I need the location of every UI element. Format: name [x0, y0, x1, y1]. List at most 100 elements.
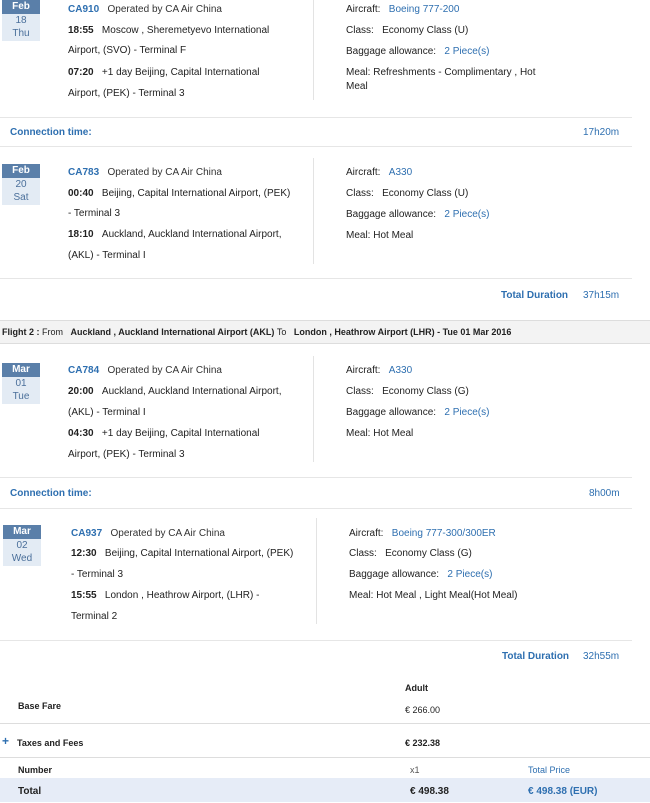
date-month: Feb — [2, 164, 40, 178]
aircraft-link[interactable]: Boeing 777-200 — [389, 4, 460, 15]
arrival-place: +1 day Beijing, Capital International — [101, 67, 260, 78]
arrival-place: Auckland, Auckland International Airport… — [101, 229, 282, 240]
meal-info: Meal: Hot Meal — [346, 230, 414, 241]
departure-place: Beijing, Capital International Airport, … — [101, 188, 291, 199]
total-row: Total € 498.38 € 498.38 (EUR) — [0, 778, 650, 802]
total-label: Total — [18, 786, 42, 797]
arrival-time: 18:10 — [68, 229, 94, 240]
departure-place-cont: - Terminal 3 — [71, 569, 124, 580]
divider — [313, 158, 314, 264]
aircraft-label: Aircraft: — [346, 167, 381, 178]
divider — [0, 640, 632, 641]
baggage-link[interactable]: 2 Piece(s) — [444, 209, 489, 220]
number-label: Number — [18, 765, 53, 775]
date-badge: Mar 02 Wed — [3, 525, 41, 566]
total-price-header: Total Price — [528, 765, 571, 775]
connection-time-value: 8h00m — [589, 488, 620, 499]
divider — [0, 757, 650, 758]
departure-place-cont: - Terminal 3 — [68, 208, 121, 219]
from-word: From — [42, 327, 63, 337]
total-duration-value: 32h55m — [583, 651, 620, 662]
class-label: Class: — [346, 25, 374, 36]
adult-header: Adult — [405, 683, 428, 693]
class-value: Economy Class (G) — [382, 386, 469, 397]
baggage-label: Baggage allowance: — [349, 569, 440, 580]
date-weekday: Sat — [2, 192, 40, 205]
date-day: 20 — [2, 178, 40, 192]
expand-plus-icon[interactable]: + — [2, 735, 9, 748]
date-badge: Feb 18 Thu — [2, 0, 40, 41]
number-value: x1 — [410, 765, 420, 775]
flight-2-header: Flight 2 : From Auckland , Auckland Inte… — [0, 320, 650, 344]
arrival-time: 15:55 — [71, 590, 97, 601]
operated-by: Operated by CA Air China — [110, 528, 225, 539]
baggage-label: Baggage allowance: — [346, 407, 437, 418]
date-day: 02 — [3, 539, 41, 553]
total-value: € 498.38 — [410, 786, 449, 797]
arrival-place: +1 day Beijing, Capital International — [101, 428, 260, 439]
departure-place: Beijing, Capital International Airport, … — [104, 548, 294, 559]
baggage-label: Baggage allowance: — [346, 46, 437, 57]
date-weekday: Thu — [2, 28, 40, 41]
aircraft-link[interactable]: Boeing 777-300/300ER — [392, 528, 496, 539]
arrival-place-cont: Terminal 2 — [71, 611, 118, 622]
flight-code[interactable]: CA784 — [68, 365, 99, 376]
arrival-place-cont: (AKL) - Terminal I — [68, 250, 146, 261]
meal-info: Meal: Refreshments - Complimentary , Hot — [346, 67, 536, 78]
connection-time-value: 17h20m — [583, 127, 620, 138]
departure-place-cont: (AKL) - Terminal I — [68, 407, 146, 418]
class-label: Class: — [349, 548, 377, 559]
operated-by: Operated by CA Air China — [107, 365, 222, 376]
departure-place: Moscow , Sheremetyevo International — [101, 25, 270, 36]
departure-time: 20:00 — [68, 386, 94, 397]
date-month: Mar — [2, 363, 40, 377]
aircraft-label: Aircraft: — [346, 365, 381, 376]
arrival-place-cont: Airport, (PEK) - Terminal 3 — [68, 88, 185, 99]
date-month: Mar — [3, 525, 41, 539]
total-duration-value: 37h15m — [583, 290, 620, 301]
date-badge: Mar 01 Tue — [2, 363, 40, 404]
meal-info-cont: Meal — [346, 81, 368, 92]
class-value: Economy Class (U) — [382, 25, 469, 36]
baggage-link[interactable]: 2 Piece(s) — [447, 569, 492, 580]
flight-code[interactable]: CA910 — [68, 4, 99, 15]
meal-info: Meal: Hot Meal , Light Meal(Hot Meal) — [349, 590, 518, 601]
date-weekday: Wed — [3, 553, 41, 566]
from-place: Auckland , Auckland International Airpor… — [70, 327, 275, 337]
divider — [313, 0, 314, 100]
arrival-place-cont: Airport, (PEK) - Terminal 3 — [68, 449, 185, 460]
divider — [0, 278, 632, 279]
divider — [0, 117, 632, 118]
baggage-link[interactable]: 2 Piece(s) — [444, 46, 489, 57]
base-fare-value: € 266.00 — [405, 705, 441, 715]
total-duration-label: Total Duration — [501, 290, 569, 301]
baggage-label: Baggage allowance: — [346, 209, 437, 220]
class-value: Economy Class (U) — [382, 188, 469, 199]
divider — [0, 146, 632, 147]
aircraft-link[interactable]: A330 — [389, 365, 412, 376]
date-badge: Feb 20 Sat — [2, 164, 40, 205]
flight-code[interactable]: CA783 — [68, 167, 99, 178]
date-month: Feb — [2, 0, 40, 14]
date-day: 01 — [2, 377, 40, 391]
operated-by: Operated by CA Air China — [107, 167, 222, 178]
class-value: Economy Class (G) — [385, 548, 472, 559]
flight-number-label: Flight 2 : — [2, 327, 42, 337]
departure-place: Auckland, Auckland International Airport… — [101, 386, 282, 397]
operated-by: Operated by CA Air China — [107, 4, 222, 15]
arrival-place: London , Heathrow Airport, (LHR) - — [104, 590, 260, 601]
divider — [0, 723, 650, 724]
aircraft-label: Aircraft: — [346, 4, 381, 15]
divider — [316, 518, 317, 624]
baggage-link[interactable]: 2 Piece(s) — [444, 407, 489, 418]
to-place: London , Heathrow Airport (LHR) - Tue 01… — [293, 327, 512, 337]
total-price-value: € 498.38 (EUR) — [528, 786, 598, 797]
class-label: Class: — [346, 188, 374, 199]
departure-time: 00:40 — [68, 188, 94, 199]
aircraft-link[interactable]: A330 — [389, 167, 412, 178]
departure-time: 18:55 — [68, 25, 94, 36]
connection-time-label: Connection time: — [10, 127, 92, 138]
flight-code[interactable]: CA937 — [71, 528, 102, 539]
connection-time-label: Connection time: — [10, 488, 92, 499]
arrival-time: 07:20 — [68, 67, 94, 78]
